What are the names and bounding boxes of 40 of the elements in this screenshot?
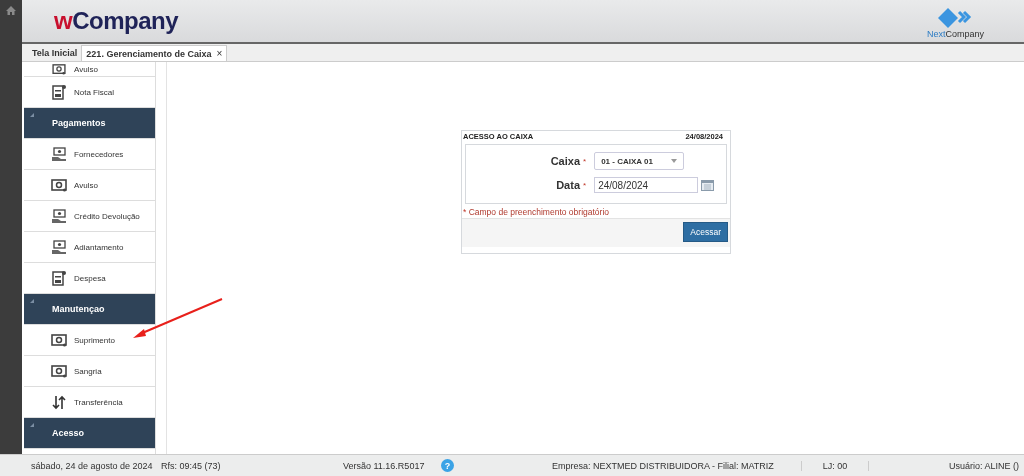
- company-logo: wCompany: [54, 7, 179, 35]
- required-mark: *: [583, 180, 587, 190]
- close-icon[interactable]: ×: [216, 48, 223, 59]
- cash-icon: [51, 63, 67, 75]
- status-store: LJ: 00: [801, 460, 869, 471]
- status-date: sábado, 24 de agosto de 2024: [31, 460, 154, 471]
- sidebar-section-header[interactable]: Pagamentos: [24, 108, 155, 139]
- status-refresh: Rfs: 09:45 (73): [161, 460, 222, 471]
- expander-icon[interactable]: [30, 113, 34, 117]
- calendar-icon[interactable]: [701, 179, 715, 191]
- hand-money-icon: [51, 208, 67, 224]
- cash-icon: [51, 333, 67, 347]
- tab[interactable]: 221. Gerenciamento de Caixa ×: [81, 45, 228, 61]
- caret-icon: [671, 159, 678, 163]
- cash-register-select[interactable]: 01 - CAIXA 01: [594, 152, 685, 170]
- access-button[interactable]: Acessar: [683, 222, 728, 242]
- status-company: Empresa: NEXTMED DISTRIBUIDORA - Filial: MATRIZ: [551, 460, 775, 471]
- expander-icon[interactable]: [30, 299, 34, 303]
- expander-icon[interactable]: [30, 423, 34, 427]
- document-icon: [51, 270, 67, 286]
- sidebar-item[interactable]: Avulso: [24, 62, 155, 77]
- cash-icon: [51, 364, 67, 378]
- document-icon: [51, 84, 67, 100]
- status-version: Versão 11.16.R5017: [343, 460, 426, 471]
- tab[interactable]: Tela Inicial: [28, 45, 82, 61]
- sidebar-section-header[interactable]: Manutençao: [24, 294, 155, 325]
- required-note: * Campo de preenchimento obrigatório: [462, 206, 610, 218]
- diamond-logo-icon: [938, 7, 973, 28]
- field-label: Caixa: [549, 155, 580, 167]
- status-user: Usuário: ALINE (): [947, 460, 1020, 471]
- field-label: Data: [555, 179, 580, 191]
- swap-arrows-icon: [51, 394, 67, 410]
- hand-money-icon: [51, 239, 67, 255]
- home-icon[interactable]: [6, 6, 16, 15]
- cash-icon: [51, 178, 67, 192]
- sidebar-section-header[interactable]: Acesso: [24, 418, 155, 449]
- brand-name: NextCompany: [926, 28, 984, 39]
- date-field[interactable]: 24/08/2024: [594, 177, 699, 193]
- required-mark: *: [583, 156, 587, 166]
- hand-money-icon: [51, 146, 67, 162]
